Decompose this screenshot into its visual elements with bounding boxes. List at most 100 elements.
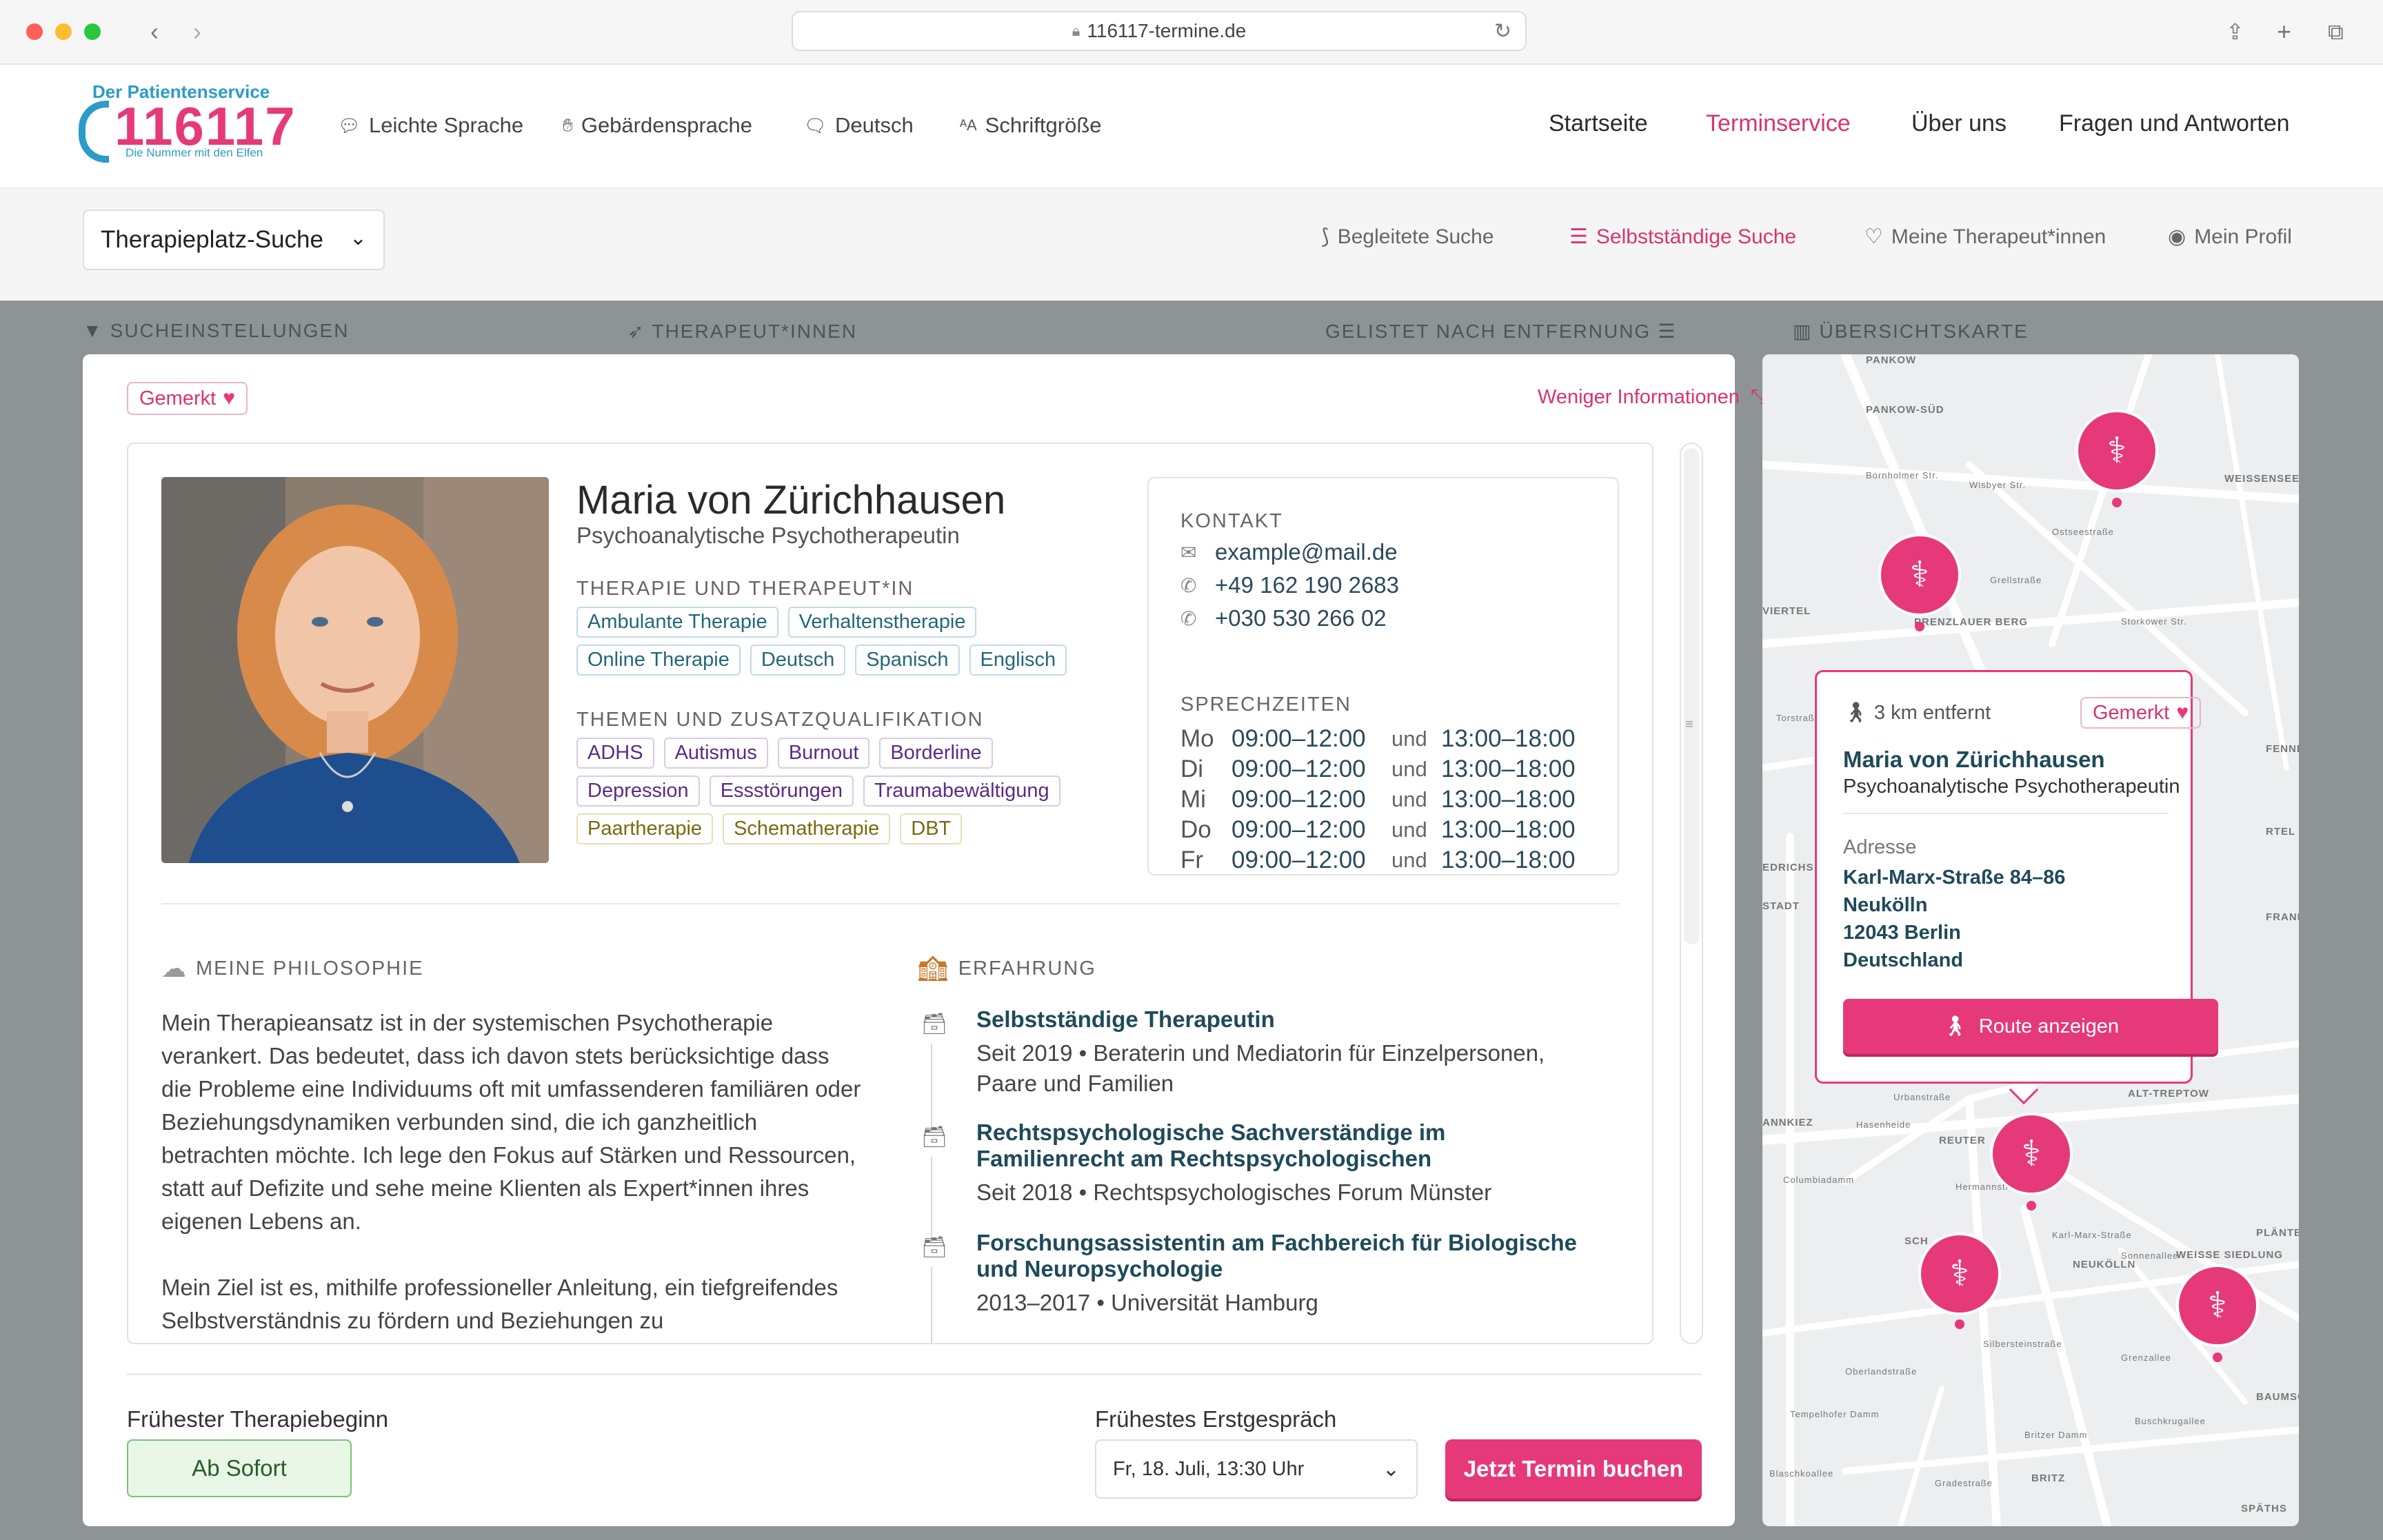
address-bar[interactable]: 🔒︎ 116117-termine.de ↻ [792,11,1527,51]
map-street-label: Torstraße [1776,713,1820,723]
briefcase-icon: 🗃︎ [921,1126,948,1148]
briefcase-icon: 🗃︎ [921,1236,948,1259]
map-pin-dot [1955,1319,1964,1329]
map-street-label: Ostseestraße [2052,527,2115,537]
tag-traumabewaeltigung: Traumabewältigung [863,776,1060,807]
map-street-label: Wisbyer Str. [1969,480,2027,490]
earliest-start-label: Frühester Therapiebeginn [127,1406,389,1432]
book-appointment-button[interactable]: Jetzt Termin buchen [1445,1439,1702,1499]
font-size-link[interactable]: ᴬA Schriftgröße [960,113,1102,138]
nav-ueber-uns[interactable]: Über uns [1911,110,2007,137]
easy-language-link[interactable]: 💬︎ Leichte Sprache [338,113,523,138]
tag-deutsch: Deutsch [750,645,846,676]
map-street-label: Oberlandstraße [1845,1366,1918,1377]
sign-language-link[interactable]: ✋︎ Gebärdensprache [563,113,752,138]
phone-icon: ✆ [1180,607,1197,629]
language-link[interactable]: 🗨︎ Deutsch [804,113,914,138]
search-type-dropdown[interactable]: Therapieplatz-Suche ⌄ [83,210,385,270]
map-area-label: REUTER [1939,1135,1986,1146]
nav-faq[interactable]: Fragen und Antworten [2059,110,2290,137]
filter-icon: ▼ [83,320,103,341]
scrollbar-thumb[interactable] [1684,448,1699,944]
experience-item: Selbstständige Therapeutin Seit 2019 • B… [976,1006,1545,1096]
timeline-line [931,1157,932,1242]
map-area-label: PANKOW-SÜD [1866,404,1944,416]
appointment-date-select[interactable]: Fr, 18. Juli, 13:30 Uhr ⌄ [1095,1439,1418,1499]
experience-item: Rechtspsychologische Sachverständige im … [976,1119,1492,1205]
share-icon[interactable]: ⇪ [2226,15,2244,48]
guided-search-link[interactable]: ⟆ Begleitete Suche [1321,225,1494,249]
timeline-line [931,1267,932,1343]
map-street-label: Tempelhofer Damm [1790,1409,1880,1419]
reload-icon[interactable]: ↻ [1494,19,1511,43]
map-pin-therapist[interactable]: ⚕︎ [2075,409,2158,492]
phone-icon [79,101,109,163]
timeline-line [931,1044,932,1133]
contact-box: KONTAKT ✉ example@mail.de ✆ +49 162 190 … [1147,477,1619,875]
popup-name: Maria von Zürichhausen [1843,747,2105,772]
map-area-label: RTEL [2266,826,2296,838]
site-header: Der Patientenservice 116117 Die Nummer m… [0,65,2383,189]
map-pin-therapist-selected[interactable]: ⚕︎ [1990,1113,2073,1195]
map-street-label: Britzer Damm [2024,1430,2088,1440]
tag-paartherapie: Paartherapie [576,813,714,844]
map-icon: ▥ [1793,321,1813,342]
map-popup: 🚶︎ 3 km entfernt Gemerkt ♥ Maria von Zür… [1815,670,2218,1084]
popup-bookmarked-badge[interactable]: Gemerkt ♥ [2080,697,2201,729]
section-sorted-by-distance[interactable]: GELISTET NACH ENTFERNUNG ☰ [1325,320,1676,343]
section-search-settings[interactable]: ▼ SUCHEINSTELLUNGEN [83,320,349,342]
less-info-link[interactable]: Weniger Informationen ⤡ [1538,386,1767,409]
address-label: Adresse [1843,836,1917,858]
heart-icon: ♥ [223,387,235,409]
maximize-window-button[interactable] [84,23,101,40]
rocket-icon: ➶ [627,321,645,342]
contact-phone-2[interactable]: ✆ +030 530 266 02 [1180,605,1387,631]
map-pin-dot [2112,498,2122,507]
close-window-button[interactable] [26,23,43,40]
map-area-label: VIERTEL [1762,605,1811,617]
show-route-button[interactable]: 🚶︎ Route anzeigen [1843,999,2218,1054]
map-area-label: EDRICHS [1762,862,1814,873]
address-line: Karl-Marx-Straße 84–86 [1843,867,2066,889]
office-hours: Mo 09:00–12:00 und 13:00–18:00 Di 09:00–12:0… [1180,724,1576,875]
new-tab-icon[interactable]: + [2277,15,2291,48]
stethoscope-icon: ⚕︎ [1949,1254,1970,1294]
map-pin-therapist[interactable]: ⚕︎ [1918,1233,2001,1315]
map-area-label: FRANK ALL [2266,911,2299,923]
nav-startseite[interactable]: Startseite [1549,110,1648,137]
contact-phone-1[interactable]: ✆ +49 162 190 2683 [1180,572,1399,598]
stethoscope-icon: ⚕︎ [2021,1134,2042,1174]
section-overview-map: ▥ ÜBERSICHTSKARTE [1793,320,2029,343]
contact-email[interactable]: ✉ example@mail.de [1180,539,1398,565]
experience-item: Forschungsassistentin am Fachbereich für… [976,1230,1578,1315]
map-street-label: Storkower Str. [2121,616,2187,627]
nav-terminservice[interactable]: Terminservice [1706,110,1851,137]
browser-chrome: ‹ › 🔒︎ 116117-termine.de ↻ ⇪ + ⧉ [0,0,2383,65]
tag-adhs: ADHS [576,738,654,769]
details-scrollbar[interactable]: ≡ [1680,443,1703,1344]
self-search-link[interactable]: ☰ Selbstständige Suche [1569,225,1796,249]
philosophy-paragraph: Mein Ziel ist es, mithilfe professionell… [161,1275,838,1333]
map-pin-therapist[interactable]: ⚕︎ [1878,534,1961,616]
tabs-overview-icon[interactable]: ⧉ [2328,15,2344,48]
forward-icon[interactable]: › [193,15,201,48]
map-area-label: WEISSE SIEDLUNG [2176,1249,2284,1261]
my-therapists-link[interactable]: ♡ Meine Therapeut*innen [1864,225,2106,249]
map-street-label: Silbersteinstraße [1983,1339,2062,1349]
minimize-window-button[interactable] [55,23,72,40]
bookmarked-badge[interactable]: Gemerkt ♥ [127,382,248,415]
map-area-label: PRENZLAUER BERG [1914,616,2029,628]
back-icon[interactable]: ‹ [150,15,159,48]
office-hours-label: SPRECHZEITEN [1180,693,1351,716]
distance-label: 🚶︎ 3 km entfernt [1843,702,1991,724]
map-pin-therapist[interactable]: ⚕︎ [2176,1264,2259,1347]
contact-label: KONTAKT [1180,510,1283,532]
hours-row: Fr 09:00–12:00 und 13:00–18:00 [1180,847,1576,873]
chevron-down-icon: ⌄ [1382,1458,1400,1481]
my-profile-link[interactable]: ◉ Mein Profil [2168,225,2292,249]
cloud-icon: ☁︎ [161,954,188,982]
map-street-label: Bornholmer Str. [1866,470,1939,480]
therapist-details: Maria von Zürichhausen Psychoanalytische… [127,443,1653,1344]
building-icon: 🏫︎ [917,954,950,982]
overview-map[interactable]: PANKOW PANKOW-SÜD WEISSENSEE PRENZLAUER … [1762,354,2299,1526]
